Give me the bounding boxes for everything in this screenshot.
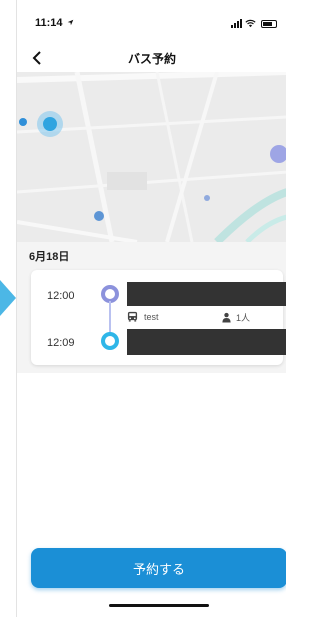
- location-arrow-icon: [67, 19, 73, 26]
- passenger-count: 1人: [236, 313, 251, 323]
- status-bar: 11:14: [17, 0, 286, 44]
- trip-section: 12:00 test 1人 12:09: [17, 268, 286, 373]
- trip-card[interactable]: 12:00 test 1人 12:09: [31, 270, 286, 365]
- map-view[interactable]: [17, 72, 286, 242]
- person-icon: [222, 312, 231, 323]
- pointer-arrow: [0, 280, 16, 316]
- page-title: バス予約: [127, 52, 176, 66]
- reserve-button[interactable]: 予約する: [31, 548, 286, 588]
- map-marker[interactable]: [19, 118, 27, 126]
- arrival-dot-icon: [101, 332, 119, 350]
- home-indicator: [109, 604, 209, 607]
- bus-info: test: [127, 311, 159, 322]
- status-time-text: 11:14: [35, 17, 63, 29]
- arrival-stop-redacted: [127, 329, 286, 355]
- bus-name: test: [144, 311, 159, 322]
- battery-icon: [261, 20, 277, 28]
- phone-screen: 11:14 バス予約 6月18日 12:00 test 1人 12:09 予約す…: [16, 0, 286, 617]
- status-indicators: [231, 19, 277, 28]
- map-canvas: [17, 72, 286, 242]
- trip-date: 6月18日: [29, 251, 70, 263]
- arrival-time: 12:09: [47, 337, 75, 349]
- departure-stop-redacted: [127, 282, 286, 306]
- status-time: 11:14: [35, 17, 74, 29]
- cellular-signal-icon: [231, 19, 242, 28]
- map-marker[interactable]: [204, 195, 210, 201]
- passenger-info: 1人: [221, 311, 250, 324]
- wifi-icon: [245, 19, 256, 28]
- nav-bar: バス予約: [17, 44, 286, 72]
- date-header: 6月18日: [17, 242, 286, 268]
- departure-time: 12:00: [47, 290, 75, 302]
- bus-icon: [127, 311, 138, 322]
- map-marker[interactable]: [94, 211, 104, 221]
- screen-canvas: 11:14 バス予約 6月18日 12:00 test 1人 12:09 予約す…: [0, 0, 286, 617]
- current-location-marker[interactable]: [43, 117, 57, 131]
